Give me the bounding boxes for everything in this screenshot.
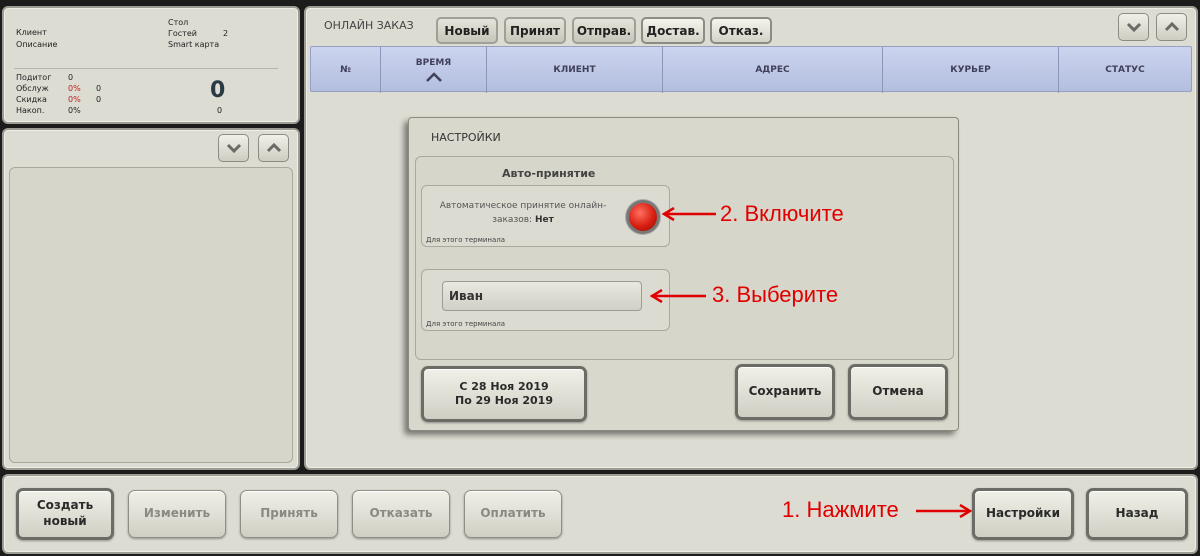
column-address[interactable]: АДРЕС — [663, 47, 883, 93]
order-items-list[interactable] — [9, 167, 293, 463]
chevron-up-icon — [266, 143, 281, 153]
discount-value: 0 — [96, 95, 102, 104]
cancel-button[interactable]: Отмена — [848, 364, 948, 420]
bottom-toolbar: Создать новый Изменить Принять Отказать … — [2, 474, 1198, 554]
annotation-arrow-left-icon — [650, 289, 706, 303]
annotation-arrow-right-icon — [916, 504, 972, 518]
accum-value: 0 — [217, 106, 223, 115]
service-label: Обслуж — [16, 84, 49, 93]
accum-percent: 0% — [68, 106, 81, 115]
service-value: 0 — [96, 84, 102, 93]
service-percent: 0% — [68, 84, 81, 93]
annotation-step1: 1. Нажмите — [782, 497, 899, 522]
courier-select[interactable]: Иван — [442, 281, 642, 311]
order-total: 0 — [210, 78, 226, 103]
date-range-button[interactable]: С 28 Ноя 2019 По 29 Ноя 2019 — [421, 366, 587, 422]
column-number[interactable]: № — [311, 47, 381, 93]
tab-sent[interactable]: Отправ. — [572, 17, 636, 44]
column-client[interactable]: КЛИЕНТ — [487, 47, 663, 93]
courier-row: Иван Для этого терминала — [421, 269, 670, 331]
auto-accept-toggle[interactable] — [626, 200, 660, 234]
smart-card-label: Smart карта — [168, 40, 220, 49]
date-to: По 29 Ноя 2019 — [454, 394, 553, 407]
order-info-panel: Клиент Описание Стол Гостей 2 Smart карт… — [2, 6, 300, 124]
settings-dialog: НАСТРОЙКИ Авто-принятие Автоматическое п… — [408, 117, 959, 431]
refuse-button[interactable]: Отказать — [352, 490, 450, 538]
create-new-button[interactable]: Создать новый — [16, 488, 114, 540]
client-label: Клиент — [16, 28, 47, 37]
discount-percent: 0% — [68, 95, 81, 104]
auto-accept-text-line2: заказов: — [492, 214, 535, 225]
pay-button[interactable]: Оплатить — [464, 490, 562, 538]
discount-label: Скидка — [16, 95, 47, 104]
guests-label: Гостей — [168, 29, 197, 38]
orders-scroll-down-button[interactable] — [1118, 13, 1149, 41]
auto-accept-title: Авто-принятие — [502, 167, 596, 180]
column-time[interactable]: ВРЕМЯ — [381, 47, 487, 93]
tab-refused[interactable]: Отказ. — [710, 17, 772, 44]
save-button[interactable]: Сохранить — [735, 364, 835, 420]
order-items-panel — [2, 128, 300, 470]
online-orders-title: ОНЛАЙН ЗАКАЗ — [324, 19, 414, 32]
guests-value: 2 — [223, 29, 229, 38]
auto-accept-row: Автоматическое принятие онлайн- заказов:… — [421, 185, 670, 247]
chevron-down-icon — [226, 143, 241, 153]
tab-delivered[interactable]: Достав. — [641, 17, 705, 44]
orders-scroll-up-button[interactable] — [1156, 13, 1187, 41]
terminal-note-2: Для этого терминала — [426, 320, 506, 328]
chevron-up-icon — [1164, 22, 1179, 32]
chevron-down-icon — [1126, 22, 1141, 32]
create-line1: Создать — [36, 498, 94, 513]
subtotal-value: 0 — [68, 73, 74, 82]
settings-dialog-title: НАСТРОЙКИ — [431, 131, 501, 144]
description-label: Описание — [16, 40, 58, 49]
column-courier[interactable]: КУРЬЕР — [883, 47, 1059, 93]
info-divider — [14, 68, 278, 69]
date-from: С 28 Ноя 2019 — [459, 379, 549, 393]
auto-accept-description: Автоматическое принятие онлайн- заказов:… — [430, 200, 616, 227]
annotation-step3: 3. Выберите — [712, 282, 839, 307]
accept-button[interactable]: Принять — [240, 490, 338, 538]
subtotal-label: Подитог — [16, 73, 52, 82]
tab-new[interactable]: Новый — [436, 17, 498, 44]
scroll-up-button[interactable] — [258, 134, 289, 162]
annotation-step2: 2. Включите — [720, 201, 844, 226]
edit-button[interactable]: Изменить — [128, 490, 226, 538]
terminal-note-1: Для этого терминала — [426, 236, 506, 244]
auto-accept-text-line1: Автоматическое принятие онлайн- — [439, 201, 607, 211]
tab-accepted[interactable]: Принят — [504, 17, 566, 44]
create-line2: новый — [43, 514, 87, 528]
auto-accept-section: Авто-принятие Автоматическое принятие он… — [415, 156, 954, 360]
column-status[interactable]: СТАТУС — [1059, 47, 1191, 93]
column-time-label: ВРЕМЯ — [415, 58, 452, 68]
table-label: Стол — [168, 18, 189, 27]
accum-label: Накоп. — [16, 106, 45, 115]
sort-up-icon — [425, 72, 442, 82]
back-button[interactable]: Назад — [1086, 488, 1188, 540]
orders-table-header: № ВРЕМЯ КЛИЕНТ АДРЕС КУРЬЕР СТАТУС — [310, 46, 1192, 93]
auto-accept-status: Нет — [534, 214, 554, 225]
annotation-arrow-left-icon — [662, 207, 716, 221]
scroll-down-button[interactable] — [218, 134, 249, 162]
settings-button[interactable]: Настройки — [972, 488, 1074, 540]
